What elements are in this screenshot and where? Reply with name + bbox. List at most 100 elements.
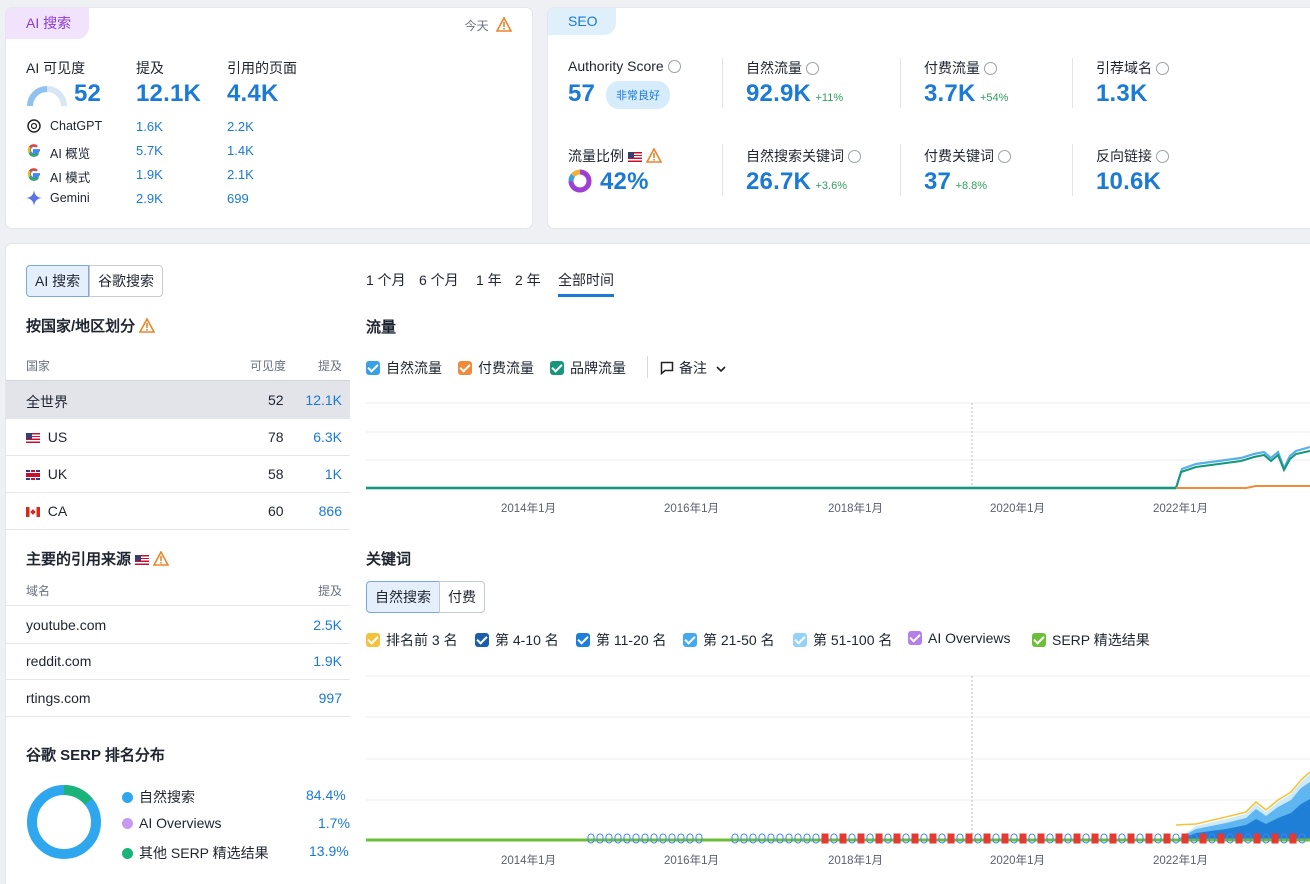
keywords-legend: 排名前 3 名 第 4-10 名 第 11-20 名 第 21-50 名 第 5… [366, 630, 1306, 650]
toggle-paid[interactable]: 付费 [439, 581, 485, 613]
source-domain[interactable]: youtube.com [26, 617, 106, 633]
table-row[interactable]: reddit.com 1.9K [6, 642, 350, 680]
paid-keywords-value[interactable]: 37 [924, 168, 951, 195]
organic-keywords-change: +3.6% [815, 180, 848, 192]
mentions-label: 提及 [136, 60, 164, 76]
legend-organic-traffic[interactable]: 自然流量 [366, 358, 442, 378]
checkbox-icon [793, 633, 807, 647]
source-mentions[interactable]: 997 [319, 690, 342, 706]
platform-mentions[interactable]: 5.7K [136, 143, 163, 158]
divider [1072, 58, 1073, 108]
serp-feature-marker [1019, 833, 1027, 844]
country-section-title: 按国家/地区划分 [26, 315, 156, 336]
tab-2-years[interactable]: 2 年 [515, 270, 541, 290]
tab-1-year[interactable]: 1 年 [476, 270, 502, 290]
country-mentions[interactable]: 866 [319, 503, 342, 519]
platform-pages[interactable]: 1.4K [227, 143, 254, 158]
country-cell: UK [26, 466, 67, 482]
source-mentions[interactable]: 2.5K [313, 617, 342, 633]
country-visibility: 52 [268, 392, 284, 408]
platform-row-ai-mode: AI 模式 1.9K 2.1K [26, 166, 326, 190]
notes-dropdown[interactable]: 备注 [660, 358, 726, 378]
ref-domains-value[interactable]: 1.3K [1096, 80, 1148, 108]
sources-section-title: 主要的引用来源 [26, 548, 170, 569]
platform-pages[interactable]: 699 [227, 191, 249, 206]
organic-keywords-label: 自然搜索关键词 [746, 146, 861, 166]
backlinks-value[interactable]: 10.6K [1096, 168, 1161, 196]
legend-brand-traffic[interactable]: 品牌流量 [550, 358, 626, 378]
keywords-chart-title: 关键词 [366, 551, 412, 568]
authority-score-value[interactable]: 57 [568, 80, 595, 108]
table-row[interactable]: US 78 6.3K [6, 418, 350, 456]
serp-feature-marker [839, 833, 847, 844]
country-mentions[interactable]: 6.3K [313, 429, 342, 445]
platform-name: Gemini [50, 191, 90, 205]
authority-badge: 非常良好 [606, 81, 670, 109]
serp-item-value: 1.7% [318, 815, 350, 831]
organic-keywords-value[interactable]: 26.7K [746, 168, 811, 195]
legend-top-3[interactable]: 排名前 3 名 [366, 630, 458, 650]
table-row[interactable]: UK 58 1K [6, 455, 350, 493]
warning-icon[interactable] [153, 551, 170, 566]
country-visibility: 60 [268, 503, 284, 519]
warning-icon[interactable] [645, 148, 662, 163]
country-mentions[interactable]: 1K [325, 466, 342, 482]
platform-pages[interactable]: 2.2K [227, 119, 254, 134]
serp-item-value: 84.4% [306, 787, 346, 803]
note-icon [660, 361, 674, 376]
backlinks-label: 反向链接 [1096, 146, 1169, 166]
tab-1-month[interactable]: 1 个月 [366, 270, 406, 290]
globe-icon [1156, 62, 1169, 75]
country-mentions[interactable]: 12.1K [305, 392, 342, 408]
platform-mentions[interactable]: 2.9K [136, 191, 163, 206]
toggle-organic-search[interactable]: 自然搜索 [366, 581, 440, 613]
platform-mentions[interactable]: 1.6K [136, 119, 163, 134]
seo-tag: SEO [548, 8, 616, 35]
legend-label: 排名前 3 名 [386, 632, 458, 648]
tab-all-time[interactable]: 全部时间 [558, 270, 614, 297]
visibility-value: 52 [74, 80, 102, 107]
serp-feature-marker [1271, 833, 1279, 844]
organic-traffic-value[interactable]: 92.9K [746, 80, 811, 107]
serp-feature-marker [1073, 833, 1081, 844]
source-domain[interactable]: rtings.com [26, 690, 91, 706]
mentions-value[interactable]: 12.1K [136, 80, 201, 108]
divider [900, 58, 901, 108]
table-row[interactable]: CA 60 866 [6, 492, 350, 530]
checkbox-icon [576, 633, 590, 647]
table-row[interactable]: 全世界 52 12.1K [6, 380, 350, 419]
legend-51-100[interactable]: 第 51-100 名 [793, 630, 892, 650]
legend-4-10[interactable]: 第 4-10 名 [475, 630, 559, 650]
divider [722, 58, 723, 108]
cited-pages-value[interactable]: 4.4K [227, 80, 279, 108]
source-domain[interactable]: reddit.com [26, 653, 91, 669]
table-row[interactable]: youtube.com 2.5K [6, 605, 350, 644]
table-row[interactable]: rtings.com 997 [6, 679, 350, 717]
legend-ai-overviews[interactable]: AI Overviews [908, 630, 1010, 646]
legend-serp-features[interactable]: SERP 精选结果 [1032, 630, 1150, 650]
platform-row-chatgpt: ChatGPT 1.6K 2.2K [26, 118, 326, 142]
x-tick: 2016年1月 [664, 855, 719, 867]
platform-pages[interactable]: 2.1K [227, 167, 254, 182]
legend-paid-traffic[interactable]: 付费流量 [458, 358, 534, 378]
warning-icon[interactable] [139, 318, 156, 333]
serp-feature-marker [1289, 833, 1297, 844]
platform-mentions[interactable]: 1.9K [136, 167, 163, 182]
google-icon [27, 144, 40, 157]
platform-name: ChatGPT [50, 119, 103, 133]
paid-traffic-value[interactable]: 3.7K [924, 80, 976, 107]
traffic-share-value[interactable]: 42% [600, 168, 649, 196]
source-mentions[interactable]: 1.9K [313, 653, 342, 669]
serp-feature-marker [857, 833, 865, 844]
toggle-ai-search[interactable]: AI 搜索 [26, 265, 90, 297]
country-name: UK [47, 466, 68, 482]
tab-6-months[interactable]: 6 个月 [419, 270, 459, 290]
checkbox-icon [366, 633, 380, 647]
warning-icon[interactable] [496, 17, 512, 32]
col-country-header: 国家 [26, 359, 51, 373]
legend-divider [647, 356, 648, 378]
legend-21-50[interactable]: 第 21-50 名 [683, 630, 775, 650]
toggle-google-search[interactable]: 谷歌搜索 [89, 265, 163, 297]
legend-11-20[interactable]: 第 11-20 名 [576, 630, 667, 650]
platform-name: AI 概览 [50, 147, 91, 161]
